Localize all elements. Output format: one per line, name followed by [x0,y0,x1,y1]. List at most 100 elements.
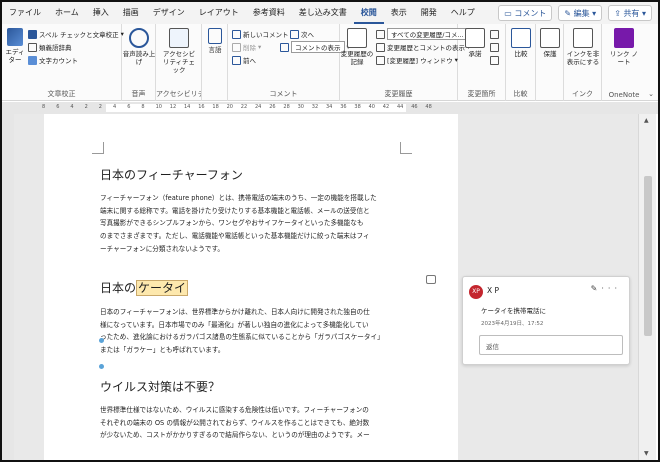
linked-notes-button[interactable]: リンク ノート [607,28,641,66]
ruler-number: 24 [255,104,262,110]
protect-button[interactable]: 保護 [533,28,567,58]
hide-ink-button[interactable]: インクを非表示にする [566,28,600,66]
read-aloud-button[interactable]: 音声読み上げ [122,28,156,66]
reject-icon [490,29,499,39]
spelling-button[interactable]: スペル チェックと文章校正 ▾ [28,28,124,40]
thesaurus-button[interactable]: 類義語辞典 [28,41,72,53]
wordcount-button[interactable]: 文字カウント [28,54,78,66]
tab-review[interactable]: 校閲 [353,2,384,24]
spelling-label: スペル チェックと文章校正 [39,31,119,39]
ruler-number: 42 [382,104,390,110]
tab-references[interactable]: 参考資料 [246,2,292,24]
tab-developer[interactable]: 開発 [414,2,444,24]
ruler-number: 26 [269,104,276,110]
editor-icon [7,28,23,46]
commented-text-highlight[interactable]: ケータイ [136,280,189,296]
tab-design[interactable]: デザイン [146,2,192,24]
reviewing-pane-label: [変更履歴] ウィンドウ [387,57,453,65]
new-comment-button[interactable]: 新しいコメント [232,28,289,40]
ruler-number: 10 [155,104,162,110]
language-label: 言語 [208,46,222,54]
track-changes-button[interactable]: 変更履歴の記録 [340,28,374,66]
paragraph-1: フィーチャーフォン（feature phone）とは、携帯電話の端末のうち、一定… [100,192,400,256]
ruler-number: 4 [113,104,117,110]
prev-comment-button[interactable]: 前へ [232,54,256,66]
paragraph-3: 世界標準仕様ではないため、ウイルスに感染する危険性は低いです。フィーチャーフォン… [100,404,400,442]
prev-comment-icon [232,55,241,65]
tab-view[interactable]: 表示 [384,2,414,24]
next-change-button[interactable] [490,54,499,66]
next-comment-icon [290,29,299,39]
comment-anchor-icon[interactable] [426,275,436,284]
tab-draw[interactable]: 描画 [116,2,146,24]
group-speech: 音声読み上げ 音声 [122,24,156,101]
collapse-ribbon-icon[interactable]: ⌄ [648,90,654,98]
editor-button[interactable]: エディ ター [4,28,26,64]
paragraph-3-line: 世界標準仕様ではないため、ウイルスに感染する危険性は低いです。フィーチャーフォン… [100,406,369,414]
accept-icon [465,28,485,48]
show-markup-button[interactable]: 変更履歴とコメントの表示 ▾ [376,41,470,53]
paragraph-1-line: のまでさまざまです。ただし、電話機能や電話帳といった基本機能だけに絞った端末はフ… [100,232,370,241]
comments-button[interactable]: ▭ コメント [498,5,553,21]
scroll-thumb[interactable] [644,176,652,336]
ruler-number: 2 [98,104,102,110]
document-workspace: 日本のフィーチャーフォン フィーチャーフォン（feature phone）とは、… [2,114,638,460]
accessibility-check-button[interactable]: アクセシビリティチェック [162,28,196,74]
tab-home[interactable]: ホーム [48,2,86,24]
reject-button[interactable] [490,28,499,40]
scroll-up-icon[interactable]: ▲ [644,117,649,124]
group-label-changes: 変更箇所 [467,90,496,98]
ruler-number: 16 [198,104,205,110]
paragraph-1-line: フィーチャーフォン（feature phone）とは、携帯電話の端末のうち、一定… [100,194,377,202]
ruler-number: 20 [226,104,233,110]
group-label-compare: 比較 [513,90,528,98]
tab-insert[interactable]: 挿入 [86,2,116,24]
markup-view-select[interactable]: すべての変更履歴/コメ... [376,28,468,40]
prev-change-button[interactable] [490,41,499,53]
show-markup-label: 変更履歴とコメントの表示 [387,44,465,52]
tab-layout[interactable]: レイアウト [192,2,246,24]
paragraph-2-line: ったため、進化論におけるガラパゴス諸島の生態系に似ていることから「ガラパゴスケー… [100,333,384,342]
ruler-number: 48 [425,104,432,110]
paragraph-2-line: 様になっています。日本市場でのみ「最適化」が著しい独自の進化によって多機能化して… [100,320,369,329]
track-changes-label: 変更履歴の記録 [340,50,374,66]
group-label-tracking: 変更履歴 [384,90,413,98]
paragraph-3-line: が少ないため、コストがかかりすぎるので結局作らない、というのが理由のようです。メ… [100,431,370,440]
wordcount-label: 文字カウント [39,57,78,65]
comment-text: ケータイを携帯電話に [481,307,546,315]
ruler-number: 18 [212,104,219,110]
document-page[interactable]: 日本のフィーチャーフォン フィーチャーフォン（feature phone）とは、… [44,114,458,460]
ellipsis-icon[interactable]: ··· [601,284,621,293]
delete-comment-button[interactable]: 削除 ▾ [232,41,261,53]
compare-label: 比較 [514,50,528,58]
ruler-number: 6 [56,104,60,110]
tab-help[interactable]: ヘルプ [444,2,482,24]
comments-button-label: コメント [514,9,547,18]
tab-mailings[interactable]: 差し込み文書 [292,2,354,24]
group-comments: 新しいコメント 次へ 削除 ▾ コメントの表示 ▾ 前へ コメント [228,24,350,101]
show-comments-icon [280,42,289,52]
markup-view-label: すべての変更履歴/コメ... [387,28,468,40]
scroll-down-icon[interactable]: ▼ [644,450,649,457]
comment-card[interactable]: XP X P ✎··· ケータイを携帯電話に 2023年4月19日、17:52 … [462,276,630,365]
heading-1: 日本のフィーチャーフォン [100,168,243,182]
vertical-ruler[interactable] [2,114,14,460]
share-button[interactable]: ⇪ 共有 ▾ [608,5,652,21]
horizontal-ruler[interactable]: 8 6 4 2 2 4 6 8 10 12 14 16 18 20 22 24 26 28 30 32 34 36 38 40… [2,102,658,114]
reviewing-pane-button[interactable]: [変更履歴] ウィンドウ ▾ [376,54,458,66]
accept-button[interactable]: 承諾 [458,28,492,58]
language-button[interactable]: 言語 [198,28,232,54]
compare-icon [511,28,531,48]
show-markup-icon [376,42,385,52]
next-comment-button[interactable]: 次へ [290,28,314,40]
paragraph-3-line: それぞれの端末の OS の情報が公開されておらず、ウイルスを作ることはできても、… [100,418,370,427]
vertical-scrollbar[interactable]: ▲ ▼ [638,114,656,460]
selection-handle-end[interactable] [99,364,104,369]
tab-file[interactable]: ファイル [2,2,48,24]
selection-handle-start[interactable] [99,338,104,343]
pencil-icon[interactable]: ✎ [591,284,602,293]
track-changes-icon [347,28,367,48]
reply-input[interactable]: 返信 [479,335,623,355]
editing-mode-button[interactable]: ✎ 編集 ▾ [558,5,603,21]
ruler-number: 8 [141,104,145,110]
